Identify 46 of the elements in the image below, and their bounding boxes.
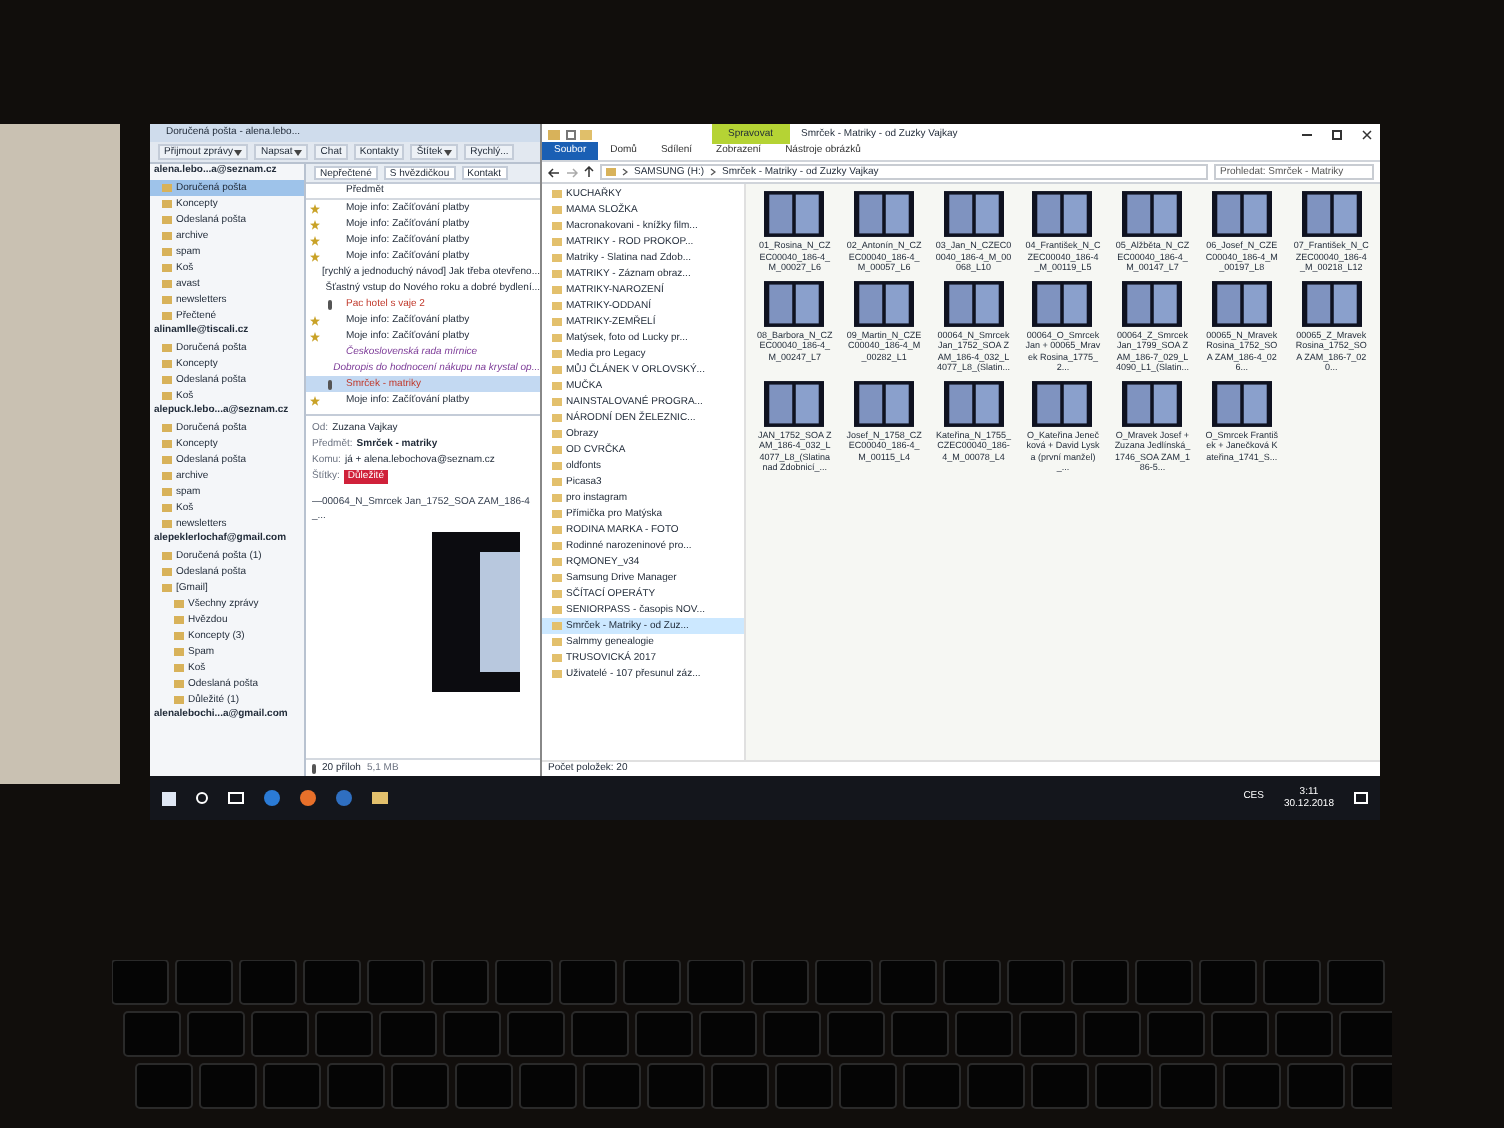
folder-icon: [606, 168, 616, 176]
star-icon[interactable]: [309, 251, 319, 261]
star-icon[interactable]: [309, 235, 319, 245]
document-thumbnail: [1211, 279, 1272, 327]
document-thumbnail: [943, 190, 1004, 238]
back-arrow-icon[interactable]: [548, 167, 560, 177]
document-thumbnail: [1122, 279, 1183, 327]
forward-arrow-icon[interactable]: [566, 167, 578, 177]
document-thumbnail: [1301, 279, 1362, 327]
chevron-icon: [622, 168, 628, 176]
star-icon[interactable]: [309, 315, 319, 325]
document-thumbnail: [764, 190, 825, 238]
document-thumbnail: [1122, 379, 1183, 427]
star-icon[interactable]: [309, 331, 319, 341]
search-icon[interactable]: [196, 792, 208, 804]
maximize-button[interactable]: [1332, 129, 1342, 139]
up-arrow-icon[interactable]: [584, 166, 594, 178]
properties-icon[interactable]: [566, 129, 576, 139]
document-thumbnail: [764, 379, 825, 427]
document-thumbnail: [1122, 190, 1183, 238]
notifications-icon[interactable]: [1354, 792, 1368, 804]
document-thumbnail: [943, 379, 1004, 427]
windows-start-icon[interactable]: [162, 791, 176, 805]
document-thumbnail: [854, 279, 915, 327]
document-thumbnail: [1301, 190, 1362, 238]
document-thumbnail: [764, 279, 825, 327]
chevron-icon: [710, 168, 716, 176]
document-thumbnail: [943, 279, 1004, 327]
document-thumbnail: [854, 379, 915, 427]
caret-icon: [294, 149, 303, 155]
minimize-button[interactable]: [1302, 133, 1312, 135]
caret-icon: [444, 149, 453, 155]
caret-icon: [234, 149, 243, 155]
document-thumbnail: [1211, 190, 1272, 238]
document-thumbnail: [1032, 379, 1093, 427]
document-thumbnail: [1032, 279, 1093, 327]
browser-icon[interactable]: [264, 790, 280, 806]
browser-icon[interactable]: [300, 790, 316, 806]
star-icon[interactable]: [309, 203, 319, 213]
document-thumbnail: [1032, 190, 1093, 238]
star-icon[interactable]: [309, 395, 319, 405]
document-thumbnail: [1211, 379, 1272, 427]
document-thumbnail: [854, 190, 915, 238]
star-icon[interactable]: [309, 219, 319, 229]
task-view-icon[interactable]: [228, 792, 244, 804]
close-button[interactable]: [1362, 129, 1372, 139]
